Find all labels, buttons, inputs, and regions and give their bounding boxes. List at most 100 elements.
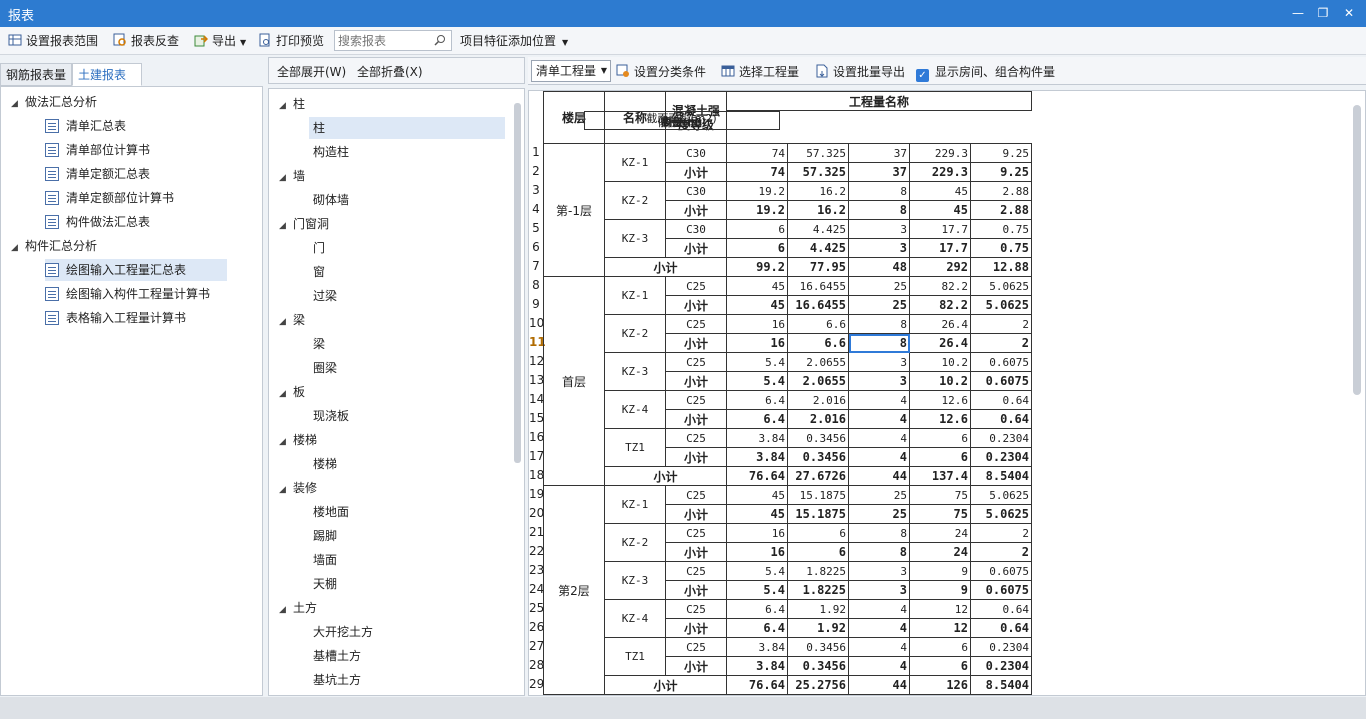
expand-triangle-icon[interactable]: ◢ [279, 479, 293, 501]
set-range-button[interactable]: 设置报表范围 [8, 32, 98, 50]
row-number[interactable]: 17 [529, 447, 544, 466]
grade-cell[interactable]: C25 [665, 390, 727, 410]
minimize-button[interactable]: — [1288, 4, 1308, 22]
qty-cell[interactable]: 3.84 [726, 637, 788, 657]
row-number[interactable]: 25 [529, 599, 544, 618]
grade-cell[interactable]: C25 [665, 428, 727, 448]
qty-cell[interactable]: 3 [848, 219, 910, 239]
row-number[interactable]: 20 [529, 504, 544, 523]
expand-triangle-icon[interactable]: ◢ [279, 311, 293, 333]
report-item[interactable]: 清单定额汇总表 [45, 163, 227, 185]
floor-subtotal-label[interactable]: 小计 [604, 675, 727, 695]
qty-cell[interactable]: 3.84 [726, 447, 788, 467]
qty-cell[interactable]: 4 [848, 428, 910, 448]
print-preview-button[interactable]: 打印预览 [258, 32, 324, 50]
reverse-check-button[interactable]: 报表反查 [113, 32, 179, 50]
row-number[interactable]: 18 [529, 466, 544, 485]
qty-cell[interactable]: 6.4 [726, 409, 788, 429]
category-door-window[interactable]: ◢ 门窗洞 [279, 213, 329, 235]
row-number[interactable]: 12 [529, 352, 544, 371]
qty-cell[interactable]: 8 [848, 333, 910, 353]
qty-cell[interactable]: 45 [909, 181, 971, 201]
row-number[interactable]: 22 [529, 542, 544, 561]
qty-cell[interactable]: 12 [909, 618, 971, 638]
qty-cell[interactable]: 0.64 [970, 599, 1032, 619]
component-item[interactable]: 天棚 [309, 573, 505, 595]
component-item[interactable]: 楼梯 [309, 453, 505, 475]
qty-cell[interactable]: 17.7 [909, 219, 971, 239]
component-item[interactable]: 楼地面 [309, 501, 505, 523]
qty-cell[interactable]: 0.64 [970, 409, 1032, 429]
qty-cell[interactable]: 0.3456 [787, 637, 849, 657]
qty-cell[interactable]: 5.4 [726, 352, 788, 372]
expand-triangle-icon[interactable]: ◢ [11, 93, 25, 115]
qty-cell[interactable]: 2 [970, 523, 1032, 543]
qty-cell[interactable]: 19.2 [726, 181, 788, 201]
qty-cell[interactable]: 16.6455 [787, 276, 849, 296]
qty-cell[interactable]: 5.0625 [970, 295, 1032, 315]
qty-cell[interactable]: 3 [848, 371, 910, 391]
component-item[interactable]: 梁 [309, 333, 505, 355]
component-item[interactable]: 窗 [309, 261, 505, 283]
qty-cell[interactable]: 15.1875 [787, 485, 849, 505]
qty-cell[interactable]: 0.6075 [970, 371, 1032, 391]
qty-cell[interactable]: 16 [726, 542, 788, 562]
row-number[interactable]: 8 [529, 276, 543, 295]
qty-cell[interactable]: 6 [787, 542, 849, 562]
component-item[interactable]: 砌体墙 [309, 189, 505, 211]
qty-cell[interactable]: 2 [970, 314, 1032, 334]
expand-triangle-icon[interactable]: ◢ [11, 237, 25, 259]
qty-cell[interactable]: 3.84 [726, 656, 788, 676]
floor-cell[interactable]: 第2层 [543, 485, 605, 695]
member-name-cell[interactable]: KZ-2 [604, 314, 666, 353]
report-item[interactable]: 清单部位计算书 [45, 139, 227, 161]
row-number[interactable]: 27 [529, 637, 544, 656]
qty-cell[interactable]: 6 [726, 219, 788, 239]
qty-cell[interactable]: 9 [909, 561, 971, 581]
qty-cell[interactable]: 2.0655 [787, 371, 849, 391]
select-quantity-button[interactable]: 选择工程量 [721, 63, 799, 80]
row-number[interactable]: 2 [529, 162, 543, 181]
qty-cell[interactable]: 5.0625 [970, 276, 1032, 296]
qty-cell[interactable]: 6.6 [787, 333, 849, 353]
qty-cell[interactable]: 2.88 [970, 181, 1032, 201]
grade-cell[interactable]: C25 [665, 599, 727, 619]
qty-cell[interactable]: 0.64 [970, 390, 1032, 410]
qty-cell[interactable]: 25 [848, 504, 910, 524]
row-number[interactable]: 1 [529, 143, 543, 162]
qty-cell[interactable]: 99.2 [726, 257, 788, 277]
qty-cell[interactable]: 37 [848, 143, 910, 163]
qty-cell[interactable]: 2.88 [970, 200, 1032, 220]
qty-cell[interactable]: 6.4 [726, 390, 788, 410]
qty-cell[interactable]: 6 [909, 637, 971, 657]
qty-cell[interactable]: 8 [848, 181, 910, 201]
qty-cell[interactable]: 2 [970, 542, 1032, 562]
row-number[interactable]: 14 [529, 390, 544, 409]
category-column[interactable]: ◢ 柱 [279, 93, 305, 115]
category-decoration[interactable]: ◢ 装修 [279, 477, 317, 499]
qty-cell[interactable]: 44 [848, 466, 910, 486]
qty-cell[interactable]: 8 [848, 523, 910, 543]
qty-cell[interactable]: 25 [848, 295, 910, 315]
member-name-cell[interactable]: KZ-4 [604, 390, 666, 429]
qty-cell[interactable]: 10.2 [909, 352, 971, 372]
qty-cell[interactable]: 0.2304 [970, 656, 1032, 676]
subtotal-label[interactable]: 小计 [665, 504, 727, 524]
qty-cell[interactable]: 16.6455 [787, 295, 849, 315]
qty-cell[interactable]: 74 [726, 162, 788, 182]
report-item[interactable]: 清单汇总表 [45, 115, 227, 137]
qty-cell[interactable]: 4 [848, 637, 910, 657]
close-button[interactable]: ✕ [1339, 4, 1359, 22]
row-number[interactable]: 6 [529, 238, 543, 257]
qty-cell[interactable]: 16 [726, 523, 788, 543]
search-icon[interactable] [434, 34, 446, 46]
qty-cell[interactable]: 19.2 [726, 200, 788, 220]
qty-cell[interactable]: 8 [848, 314, 910, 334]
qty-cell[interactable]: 16.2 [787, 181, 849, 201]
collapse-all-button[interactable]: 全部折叠(X) [357, 63, 423, 80]
qty-cell[interactable]: 3.84 [726, 428, 788, 448]
qty-cell[interactable]: 1.92 [787, 618, 849, 638]
search-input[interactable] [335, 31, 431, 50]
subtotal-label[interactable]: 小计 [665, 238, 727, 258]
qty-cell[interactable]: 4 [848, 447, 910, 467]
